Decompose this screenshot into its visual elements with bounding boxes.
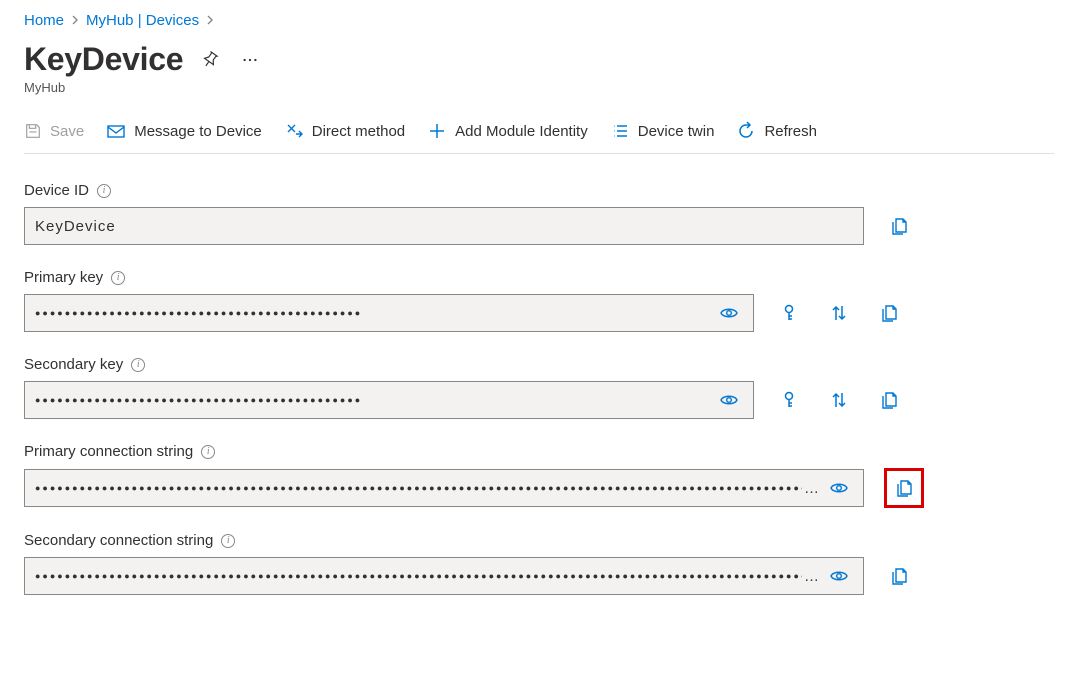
- regenerate-secondary-key-button[interactable]: [774, 385, 804, 415]
- reveal-secondary-key-button[interactable]: [715, 386, 743, 414]
- copy-icon: [894, 478, 914, 498]
- device-id-value: KeyDevice: [35, 218, 853, 235]
- eye-icon: [829, 566, 849, 586]
- chevron-right-icon: [70, 13, 80, 28]
- breadcrumb-devices[interactable]: MyHub | Devices: [86, 12, 199, 29]
- subtitle: MyHub: [24, 80, 1054, 95]
- copy-secondary-cs-button[interactable]: [884, 561, 914, 591]
- copy-icon: [879, 303, 899, 323]
- direct-label: Direct method: [312, 123, 405, 140]
- plus-icon: [427, 121, 447, 141]
- swap-primary-key-button[interactable]: [824, 298, 854, 328]
- info-icon[interactable]: i: [221, 534, 235, 548]
- info-icon[interactable]: i: [131, 358, 145, 372]
- eye-icon: [829, 478, 849, 498]
- primary-key-input[interactable]: ●●●●●●●●●●●●●●●●●●●●●●●●●●●●●●●●●●●●●●●●…: [24, 294, 754, 332]
- secondary-key-input[interactable]: ●●●●●●●●●●●●●●●●●●●●●●●●●●●●●●●●●●●●●●●●…: [24, 381, 754, 419]
- regenerate-icon: [779, 390, 799, 410]
- info-icon[interactable]: i: [111, 271, 125, 285]
- reveal-primary-key-button[interactable]: [715, 299, 743, 327]
- twin-label: Device twin: [638, 123, 715, 140]
- chevron-right-icon: [205, 13, 215, 28]
- breadcrumb: Home MyHub | Devices: [24, 12, 1054, 29]
- secondary-cs-value: ●●●●●●●●●●●●●●●●●●●●●●●●●●●●●●●●●●●●●●●●…: [35, 571, 802, 581]
- secondary-cs-input[interactable]: ●●●●●●●●●●●●●●●●●●●●●●●●●●●●●●●●●●●●●●●●…: [24, 557, 864, 595]
- list-icon: [610, 121, 630, 141]
- secondary-cs-label: Secondary connection string: [24, 532, 213, 549]
- eye-icon: [719, 303, 739, 323]
- primary-cs-value: ●●●●●●●●●●●●●●●●●●●●●●●●●●●●●●●●●●●●●●●●…: [35, 483, 802, 493]
- direct-method-icon: [284, 121, 304, 141]
- toolbar: Save Message to Device Direct method Add…: [24, 113, 1054, 154]
- save-button: Save: [24, 122, 84, 140]
- reveal-primary-cs-button[interactable]: [825, 474, 853, 502]
- swap-icon: [829, 390, 849, 410]
- info-icon[interactable]: i: [201, 445, 215, 459]
- primary-cs-label: Primary connection string: [24, 443, 193, 460]
- copy-device-id-button[interactable]: [884, 211, 914, 241]
- primary-key-value: ●●●●●●●●●●●●●●●●●●●●●●●●●●●●●●●●●●●●●●●●…: [35, 308, 709, 318]
- message-to-device-button[interactable]: Message to Device: [106, 121, 262, 141]
- message-label: Message to Device: [134, 123, 262, 140]
- copy-icon: [889, 566, 909, 586]
- save-label: Save: [50, 123, 84, 140]
- page-title: KeyDevice: [24, 41, 183, 78]
- swap-icon: [829, 303, 849, 323]
- copy-primary-cs-button[interactable]: [889, 473, 919, 503]
- more-button[interactable]: [237, 47, 263, 73]
- eye-icon: [719, 390, 739, 410]
- secondary-key-label: Secondary key: [24, 356, 123, 373]
- pin-icon: [201, 51, 219, 69]
- truncation-indicator: …: [804, 480, 819, 497]
- copy-icon: [889, 216, 909, 236]
- direct-method-button[interactable]: Direct method: [284, 121, 405, 141]
- copy-secondary-key-button[interactable]: [874, 385, 904, 415]
- secondary-key-value: ●●●●●●●●●●●●●●●●●●●●●●●●●●●●●●●●●●●●●●●●…: [35, 395, 709, 405]
- primary-key-label: Primary key: [24, 269, 103, 286]
- addmodule-label: Add Module Identity: [455, 123, 588, 140]
- device-id-label: Device ID: [24, 182, 89, 199]
- save-icon: [24, 122, 42, 140]
- device-id-input[interactable]: KeyDevice: [24, 207, 864, 245]
- regenerate-icon: [779, 303, 799, 323]
- add-module-button[interactable]: Add Module Identity: [427, 121, 588, 141]
- highlight-box: [884, 468, 924, 508]
- refresh-label: Refresh: [764, 123, 817, 140]
- refresh-icon: [736, 121, 756, 141]
- refresh-button[interactable]: Refresh: [736, 121, 817, 141]
- device-twin-button[interactable]: Device twin: [610, 121, 715, 141]
- pin-button[interactable]: [197, 47, 223, 73]
- more-icon: [241, 51, 259, 69]
- primary-cs-input[interactable]: ●●●●●●●●●●●●●●●●●●●●●●●●●●●●●●●●●●●●●●●●…: [24, 469, 864, 507]
- truncation-indicator: …: [804, 568, 819, 585]
- swap-secondary-key-button[interactable]: [824, 385, 854, 415]
- copy-primary-key-button[interactable]: [874, 298, 904, 328]
- mail-icon: [106, 121, 126, 141]
- regenerate-primary-key-button[interactable]: [774, 298, 804, 328]
- copy-icon: [879, 390, 899, 410]
- breadcrumb-home[interactable]: Home: [24, 12, 64, 29]
- info-icon[interactable]: i: [97, 184, 111, 198]
- reveal-secondary-cs-button[interactable]: [825, 562, 853, 590]
